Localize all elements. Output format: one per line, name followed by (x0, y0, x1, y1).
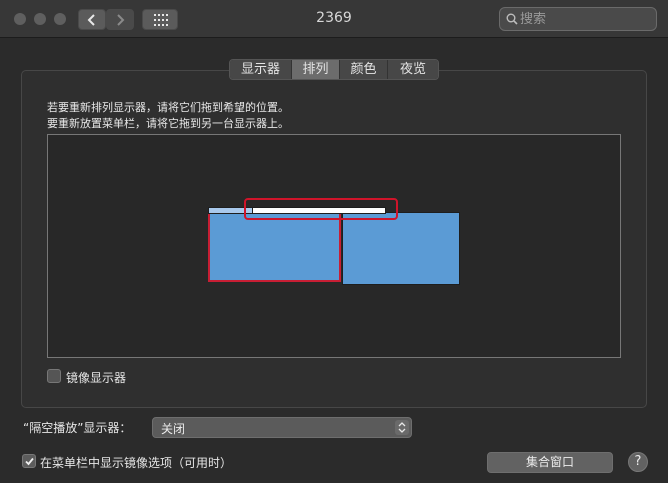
checkmark-icon (25, 457, 34, 466)
arrangement-instruction-1: 若要重新排列显示器，请将它们拖到希望的位置。 (47, 101, 289, 114)
help-button[interactable]: ? (628, 452, 648, 472)
search-input[interactable] (520, 10, 650, 28)
display-arrangement-area (47, 134, 621, 358)
airplay-display-select[interactable]: 关闭 (152, 417, 412, 438)
tab-display[interactable]: 显示器 (230, 60, 292, 79)
tab-bar: 显示器 排列 颜色 夜览 (229, 59, 439, 80)
menubar-highlight-box (244, 198, 398, 220)
popup-arrows-icon (395, 420, 409, 435)
gather-windows-button[interactable]: 集合窗口 (487, 452, 613, 473)
show-mirroring-options-label[interactable]: 在菜单栏中显示镜像选项（可用时） (40, 454, 232, 471)
tab-color[interactable]: 颜色 (340, 60, 388, 79)
title-bar: 2369 (0, 0, 668, 38)
search-icon (506, 13, 518, 25)
secondary-display[interactable] (342, 212, 460, 285)
mirror-displays-label[interactable]: 镜像显示器 (66, 369, 126, 386)
show-mirroring-options-checkbox[interactable] (22, 454, 36, 468)
tab-night-shift[interactable]: 夜览 (388, 60, 438, 79)
mirror-displays-checkbox[interactable] (47, 369, 61, 383)
tab-arrangement[interactable]: 排列 (292, 60, 340, 79)
airplay-selected-value: 关闭 (161, 422, 186, 436)
search-field[interactable] (499, 7, 657, 31)
airplay-display-label: “隔空播放”显示器： (23, 421, 132, 435)
arrangement-instruction-2: 要重新放置菜单栏，请将它拖到另一台显示器上。 (47, 117, 289, 130)
